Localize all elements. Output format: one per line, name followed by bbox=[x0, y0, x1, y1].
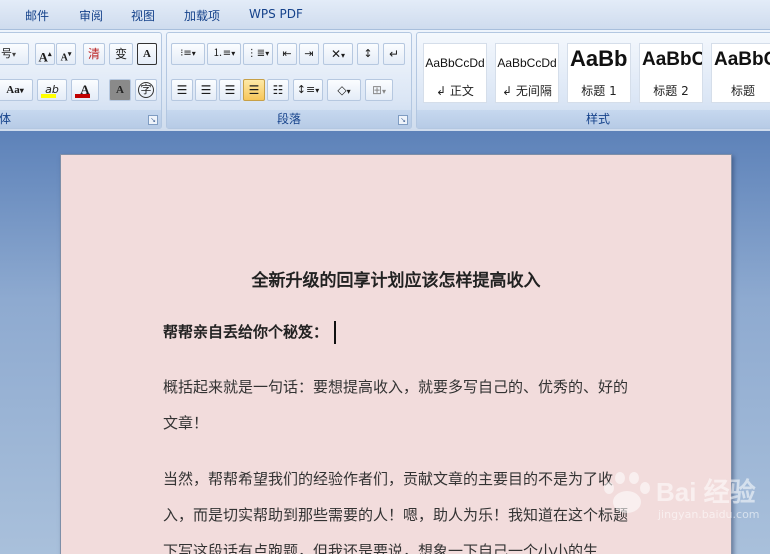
ribbon: 号▾ A▴ A▾ 清 变 A Aa▾ ab A A 字 体 ↘ ⁝≡▾ ⒈≡▾ … bbox=[0, 30, 770, 131]
style-sample: AaBbCcDd bbox=[425, 56, 485, 70]
chinese-layout-icon: ✕ bbox=[330, 47, 342, 61]
font-size-label: 号 bbox=[1, 47, 12, 60]
clear-format-button[interactable]: 清 bbox=[83, 43, 105, 65]
paragraph: 概括起来就是一句话：要想提高收入，就要多写自己的、优秀的、好的文章！ bbox=[163, 378, 629, 432]
style-normal[interactable]: AaBbCcDd ↲ 正文 bbox=[423, 43, 487, 103]
paragraph: 当然，帮帮希望我们的经验作者们，贡献文章的主要目的不是为了收入，而是切实帮助到那… bbox=[163, 470, 629, 554]
style-name: 标题 bbox=[730, 84, 755, 98]
style-name: ↲ 无间隔 bbox=[502, 84, 552, 98]
show-marks-button[interactable]: ↵ bbox=[383, 43, 405, 65]
styles-group-label: 样式 bbox=[417, 110, 770, 128]
font-dialog-launcher[interactable]: ↘ bbox=[148, 115, 158, 125]
increase-indent-button[interactable]: ⇥ bbox=[299, 43, 319, 65]
font-group: 号▾ A▴ A▾ 清 变 A Aa▾ ab A A 字 体 ↘ bbox=[0, 32, 162, 129]
style-sample: AaBb bbox=[570, 46, 628, 71]
paragraph-group: ⁝≡▾ ⒈≡▾ ⋮≣▾ ⇤ ⇥ ✕▾ ↕ ↵ ☰ ☰ ☰ ☰ ☷ ↕≡▾ ◇▾ … bbox=[166, 32, 412, 129]
style-title[interactable]: AaBbC 标题 bbox=[711, 43, 770, 103]
font-group-label: 体 bbox=[0, 110, 161, 128]
tab-review[interactable]: 审阅 bbox=[79, 7, 103, 24]
font-size-dropdown[interactable]: 号▾ bbox=[0, 43, 29, 65]
shrink-font-button[interactable]: A▾ bbox=[56, 43, 76, 65]
chinese-layout-button[interactable]: ✕▾ bbox=[323, 43, 353, 65]
change-case-button[interactable]: Aa▾ bbox=[0, 79, 33, 101]
multilevel-list-button[interactable]: ⋮≣▾ bbox=[243, 43, 273, 65]
numbering-button[interactable]: ⒈≡▾ bbox=[207, 43, 241, 65]
style-sample: AaBbCcDd bbox=[497, 56, 557, 70]
baidu-watermark: Bai 经验 jingyan.baidu.com bbox=[600, 466, 770, 526]
paragraph-dialog-launcher[interactable]: ↘ bbox=[398, 115, 408, 125]
eraser-icon: 清 bbox=[87, 47, 100, 61]
ribbon-tab-bar: 邮件 审阅 视图 加载项 WPS PDF bbox=[0, 0, 770, 30]
style-sample: AaBbC bbox=[714, 49, 770, 70]
align-left-button[interactable]: ☰ bbox=[171, 79, 193, 101]
style-no-spacing[interactable]: AaBbCcDd ↲ 无间隔 bbox=[495, 43, 559, 103]
paragraph-mark-icon: ↵ bbox=[388, 47, 400, 61]
increase-indent-icon: ⇥ bbox=[304, 47, 314, 60]
justify-button[interactable]: ☰ bbox=[243, 79, 265, 101]
tab-add-ins[interactable]: 加载项 bbox=[184, 7, 220, 24]
style-heading-2[interactable]: AaBbC 标题 2 bbox=[639, 43, 703, 103]
paw-logo-icon bbox=[604, 472, 650, 513]
style-heading-1[interactable]: AaBb 标题 1 bbox=[567, 43, 631, 103]
style-sample: AaBbC bbox=[642, 49, 703, 70]
chevron-down-icon: ▾ bbox=[231, 49, 236, 58]
tab-view[interactable]: 视图 bbox=[131, 7, 155, 24]
bullets-icon: ⁝≡ bbox=[180, 48, 192, 59]
enclose-characters-button[interactable]: 字 bbox=[135, 79, 157, 101]
distributed-button[interactable]: ☷ bbox=[267, 79, 289, 101]
text-highlight-button[interactable]: ab bbox=[37, 79, 67, 101]
tab-mailings[interactable]: 邮件 bbox=[25, 7, 49, 24]
align-left-icon: ☰ bbox=[176, 83, 188, 97]
styles-group: AaBbCcDd ↲ 正文 AaBbCcDd ↲ 无间隔 AaBb 标题 1 A… bbox=[416, 32, 770, 129]
align-right-button[interactable]: ☰ bbox=[219, 79, 241, 101]
text-cursor bbox=[334, 321, 337, 344]
sort-icon: ↕ bbox=[363, 47, 373, 60]
paint-bucket-icon: ◇ bbox=[337, 83, 347, 97]
chevron-down-icon: ▾ bbox=[191, 49, 196, 58]
chevron-down-icon: ▾ bbox=[346, 87, 351, 96]
document-subtitle: 帮帮亲自丢给你个秘笈： bbox=[163, 321, 337, 344]
align-center-icon: ☰ bbox=[200, 83, 212, 97]
document-title: 全新升级的回享计划应该怎样提高收入 bbox=[251, 271, 541, 291]
character-border-button[interactable]: A bbox=[137, 43, 157, 65]
borders-button[interactable]: ⊞▾ bbox=[365, 79, 393, 101]
grow-font-button[interactable]: A▴ bbox=[35, 43, 55, 65]
paragraph-group-label: 段落 bbox=[167, 110, 411, 128]
shading-button[interactable]: ◇▾ bbox=[327, 79, 361, 101]
style-name: ↲ 正文 bbox=[436, 84, 474, 98]
line-spacing-button[interactable]: ↕≡▾ bbox=[293, 79, 323, 101]
style-name: 标题 2 bbox=[653, 84, 689, 98]
borders-icon: ⊞ bbox=[371, 83, 383, 97]
multilevel-list-icon: ⋮≣ bbox=[246, 48, 266, 59]
font-color-button[interactable]: A bbox=[71, 79, 99, 101]
style-name: 标题 1 bbox=[581, 84, 617, 98]
highlight-color-swatch bbox=[41, 94, 56, 98]
chevron-down-icon: ▾ bbox=[382, 87, 387, 96]
chevron-down-icon: ▾ bbox=[341, 51, 346, 60]
sort-button[interactable]: ↕ bbox=[357, 43, 379, 65]
chevron-down-icon: ▾ bbox=[265, 49, 270, 58]
distributed-icon: ☷ bbox=[272, 83, 284, 97]
align-right-icon: ☰ bbox=[224, 83, 236, 97]
chevron-down-icon: ▾ bbox=[315, 86, 320, 95]
chevron-down-icon: ▾ bbox=[12, 50, 17, 59]
justify-icon: ☰ bbox=[248, 83, 260, 97]
character-shading-button[interactable]: A bbox=[109, 79, 131, 101]
tab-wps-pdf[interactable]: WPS PDF bbox=[249, 7, 303, 21]
phonetic-guide-button[interactable]: 变 bbox=[109, 43, 133, 65]
font-color-swatch bbox=[75, 94, 90, 98]
bullets-button[interactable]: ⁝≡▾ bbox=[171, 43, 205, 65]
numbering-icon: ⒈≡ bbox=[212, 48, 232, 59]
line-spacing-icon: ↕≡ bbox=[296, 83, 316, 96]
phonetic-guide-icon: 变 bbox=[114, 47, 127, 61]
enclosed-char-icon: 字 bbox=[138, 82, 154, 98]
decrease-indent-icon: ⇤ bbox=[282, 47, 292, 60]
chevron-down-icon: ▾ bbox=[19, 86, 24, 95]
watermark-text: Bai 经验 bbox=[656, 477, 756, 507]
align-center-button[interactable]: ☰ bbox=[195, 79, 217, 101]
decrease-indent-button[interactable]: ⇤ bbox=[277, 43, 297, 65]
watermark-url: jingyan.baidu.com bbox=[658, 508, 760, 521]
